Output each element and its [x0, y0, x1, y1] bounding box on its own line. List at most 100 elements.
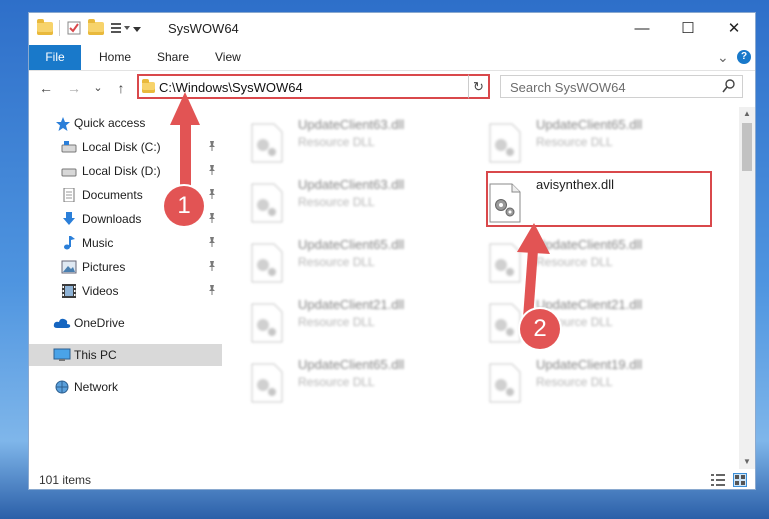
forward-button[interactable]: → [65, 79, 83, 97]
file-name: UpdateClient65.dll [298, 237, 405, 252]
file-item[interactable]: UpdateClient63.dll Resource DLL [250, 117, 470, 169]
sidebar-item-label: OneDrive [74, 316, 125, 330]
properties-icon[interactable] [66, 20, 82, 36]
recent-locations-button[interactable]: ⌄ [89, 79, 107, 97]
ribbon-tabs: File Home Share View ⌄ ? [29, 45, 755, 71]
pin-icon[interactable] [207, 212, 217, 227]
file-type: Resource DLL [298, 135, 375, 149]
file-type: Resource DLL [536, 135, 613, 149]
file-item[interactable]: UpdateClient65.dll Resource DLL [488, 117, 708, 169]
pin-icon[interactable] [207, 140, 217, 155]
music-icon [61, 236, 77, 250]
help-icon[interactable]: ? [737, 50, 751, 64]
customize-qat-icon[interactable] [110, 20, 130, 36]
sidebar-item-network[interactable]: Network [29, 376, 222, 398]
sidebar-item-this-pc[interactable]: This PC [29, 344, 222, 366]
dll-file-icon [488, 243, 522, 283]
minimize-button[interactable]: — [619, 13, 665, 45]
file-item[interactable]: UpdateClient65.dll Resource DLL [488, 237, 708, 289]
step-badge-1: 1 [164, 186, 204, 226]
dll-file-icon [250, 123, 284, 163]
download-icon [61, 212, 77, 226]
sidebar-item-label: Videos [82, 284, 119, 298]
quick-access-toolbar [37, 18, 142, 36]
vertical-scrollbar[interactable]: ▲ ▼ [739, 107, 755, 469]
sidebar-item-label: Quick access [74, 116, 146, 130]
computer-icon [53, 348, 71, 362]
ribbon-expand-icon[interactable]: ⌄ [717, 45, 729, 70]
dll-file-icon [488, 363, 522, 403]
file-type: Resource DLL [536, 375, 613, 389]
address-path[interactable]: C:\Windows\SysWOW64 [159, 80, 303, 95]
file-type: Resource DLL [298, 375, 375, 389]
refresh-button[interactable]: ↻ [468, 74, 490, 99]
pin-icon[interactable] [207, 188, 217, 203]
close-button[interactable]: ✕ [711, 13, 755, 45]
back-button[interactable]: ← [37, 79, 55, 97]
pin-icon[interactable] [207, 236, 217, 251]
search-placeholder: Search SysWOW64 [510, 80, 626, 95]
large-icons-view-icon[interactable] [733, 473, 747, 487]
pin-icon[interactable] [207, 284, 217, 299]
file-name: UpdateClient21.dll [298, 297, 405, 312]
tab-view[interactable]: View [215, 45, 241, 70]
sidebar-item-label: Documents [82, 188, 143, 202]
dropdown-icon[interactable] [132, 20, 142, 36]
tab-home[interactable]: Home [99, 45, 131, 70]
dll-file-icon [488, 123, 522, 163]
file-name: UpdateClient63.dll [298, 117, 405, 132]
file-type: Resource DLL [298, 195, 375, 209]
file-item[interactable]: UpdateClient21.dll Resource DLL [250, 297, 470, 349]
sidebar-item-label: Local Disk (C:) [82, 140, 161, 154]
sidebar-item-music[interactable]: Music [29, 232, 222, 254]
sidebar-item-quick-access[interactable]: Quick access [29, 112, 222, 134]
file-type: Resource DLL [298, 255, 375, 269]
scroll-down-icon[interactable]: ▼ [739, 455, 755, 469]
tab-file[interactable]: File [29, 45, 81, 70]
navigation-pane: Quick access Local Disk (C:) Local Disk … [29, 107, 222, 469]
sidebar-item-videos[interactable]: Videos [29, 280, 222, 302]
new-folder-icon[interactable] [88, 18, 104, 35]
scroll-up-icon[interactable]: ▲ [739, 107, 755, 121]
cloud-icon [53, 316, 71, 330]
folder-icon [142, 79, 155, 93]
explorer-window: SysWOW64 — ☐ ✕ File Home Share View ⌄ ? … [28, 12, 756, 490]
item-count: 101 items [39, 473, 92, 487]
drive-icon [61, 164, 77, 178]
network-icon [53, 380, 69, 394]
sidebar-item-label: Music [82, 236, 114, 250]
file-item[interactable]: UpdateClient19.dll Resource DLL [488, 357, 708, 409]
pin-icon[interactable] [207, 260, 217, 275]
file-item[interactable]: UpdateClient65.dll Resource DLL [250, 237, 470, 289]
pin-icon[interactable] [207, 164, 217, 179]
file-item[interactable]: UpdateClient63.dll Resource DLL [250, 177, 470, 229]
up-button[interactable]: ↑ [112, 79, 130, 97]
sidebar-item-onedrive[interactable]: OneDrive [29, 312, 222, 334]
tab-share[interactable]: Share [157, 45, 189, 70]
videos-icon [61, 284, 77, 298]
step-badge-2: 2 [520, 309, 560, 349]
sidebar-item-label: Pictures [82, 260, 126, 274]
sidebar-item-local-disk-c[interactable]: Local Disk (C:) [29, 136, 222, 158]
sidebar-item-local-disk-d[interactable]: Local Disk (D:) [29, 160, 222, 182]
dll-file-icon [250, 183, 284, 223]
scroll-thumb[interactable] [742, 123, 752, 171]
dll-file-icon [250, 363, 284, 403]
status-bar: 101 items [29, 469, 755, 489]
file-type: Resource DLL [298, 315, 375, 329]
sidebar-item-pictures[interactable]: Pictures [29, 256, 222, 278]
search-icon[interactable] [722, 78, 736, 97]
maximize-button[interactable]: ☐ [665, 13, 711, 45]
file-item[interactable]: UpdateClient65.dll Resource DLL [250, 357, 470, 409]
details-view-icon[interactable] [711, 473, 725, 487]
search-input[interactable]: Search SysWOW64 [500, 75, 743, 98]
star-icon [55, 116, 71, 131]
documents-icon [61, 187, 77, 203]
title-bar: SysWOW64 — ☐ ✕ [29, 13, 755, 45]
sidebar-item-label: Downloads [82, 212, 142, 226]
sidebar-item-label: This PC [74, 348, 117, 362]
sidebar-item-label: Local Disk (D:) [82, 164, 161, 178]
address-bar[interactable]: C:\Windows\SysWOW64 ⌄ [137, 74, 489, 99]
file-list: UpdateClient63.dll Resource DLL UpdateCl… [222, 107, 739, 469]
file-name: UpdateClient63.dll [298, 177, 405, 192]
